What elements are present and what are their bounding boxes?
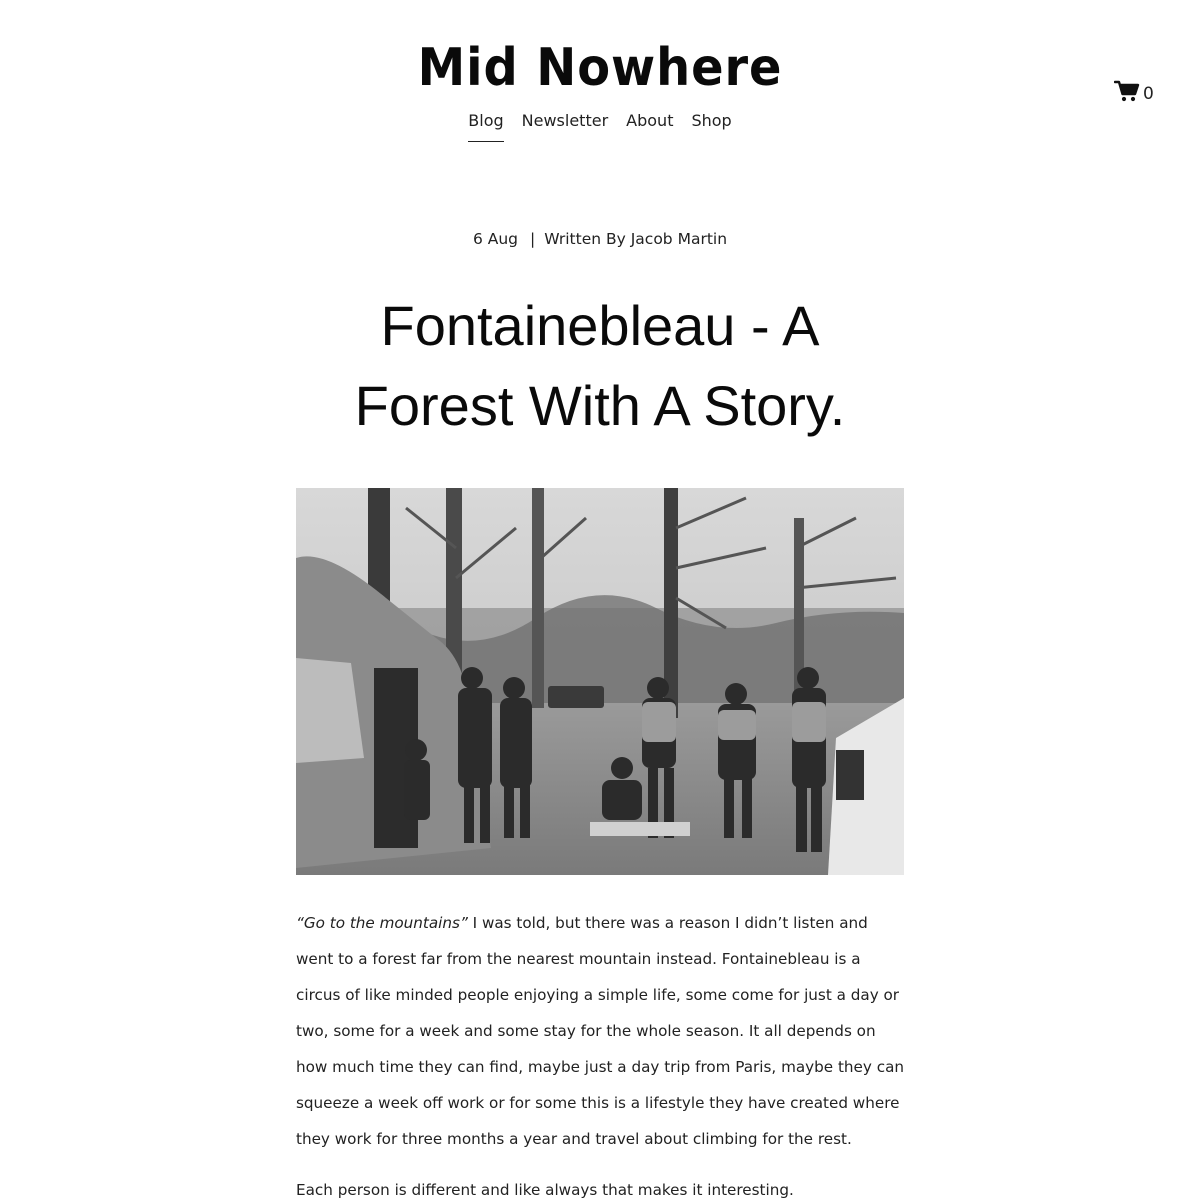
paragraph-text: Each person is different and like always… <box>296 1181 794 1199</box>
post-meta: 6 Aug | Written By Jacob Martin <box>0 228 1200 250</box>
cart-button[interactable]: 0 <box>1113 80 1154 107</box>
main-nav: Blog Newsletter About Shop <box>0 110 1200 142</box>
meta-separator: | <box>530 230 536 248</box>
cart-icon <box>1113 80 1140 107</box>
paragraph-text: I was told, but there was a reason I did… <box>296 914 905 1148</box>
nav-item-shop[interactable]: Shop <box>691 110 731 142</box>
paragraph: Each person is different and like always… <box>296 1172 908 1200</box>
hero-photo <box>296 488 904 875</box>
paragraph: “Go to the mountains” I was told, but th… <box>296 905 908 1157</box>
post-title: Fontainebleau - A Forest With A Story. <box>354 294 846 437</box>
post-body: “Go to the mountains” I was told, but th… <box>296 905 908 1200</box>
nav-item-newsletter[interactable]: Newsletter <box>522 110 609 142</box>
site-logo[interactable]: Mid Nowhere <box>48 32 1152 104</box>
post-author[interactable]: Written By Jacob Martin <box>544 230 727 248</box>
site-header: Mid Nowhere Blog Newsletter About Shop 0 <box>0 0 1200 160</box>
nav-item-about[interactable]: About <box>626 110 673 142</box>
post-date[interactable]: 6 Aug <box>473 230 518 248</box>
paragraph-quote: “Go to the mountains” <box>296 914 468 932</box>
nav-item-blog[interactable]: Blog <box>468 110 504 142</box>
cart-count: 0 <box>1143 83 1154 104</box>
post-hero-image <box>296 488 904 875</box>
